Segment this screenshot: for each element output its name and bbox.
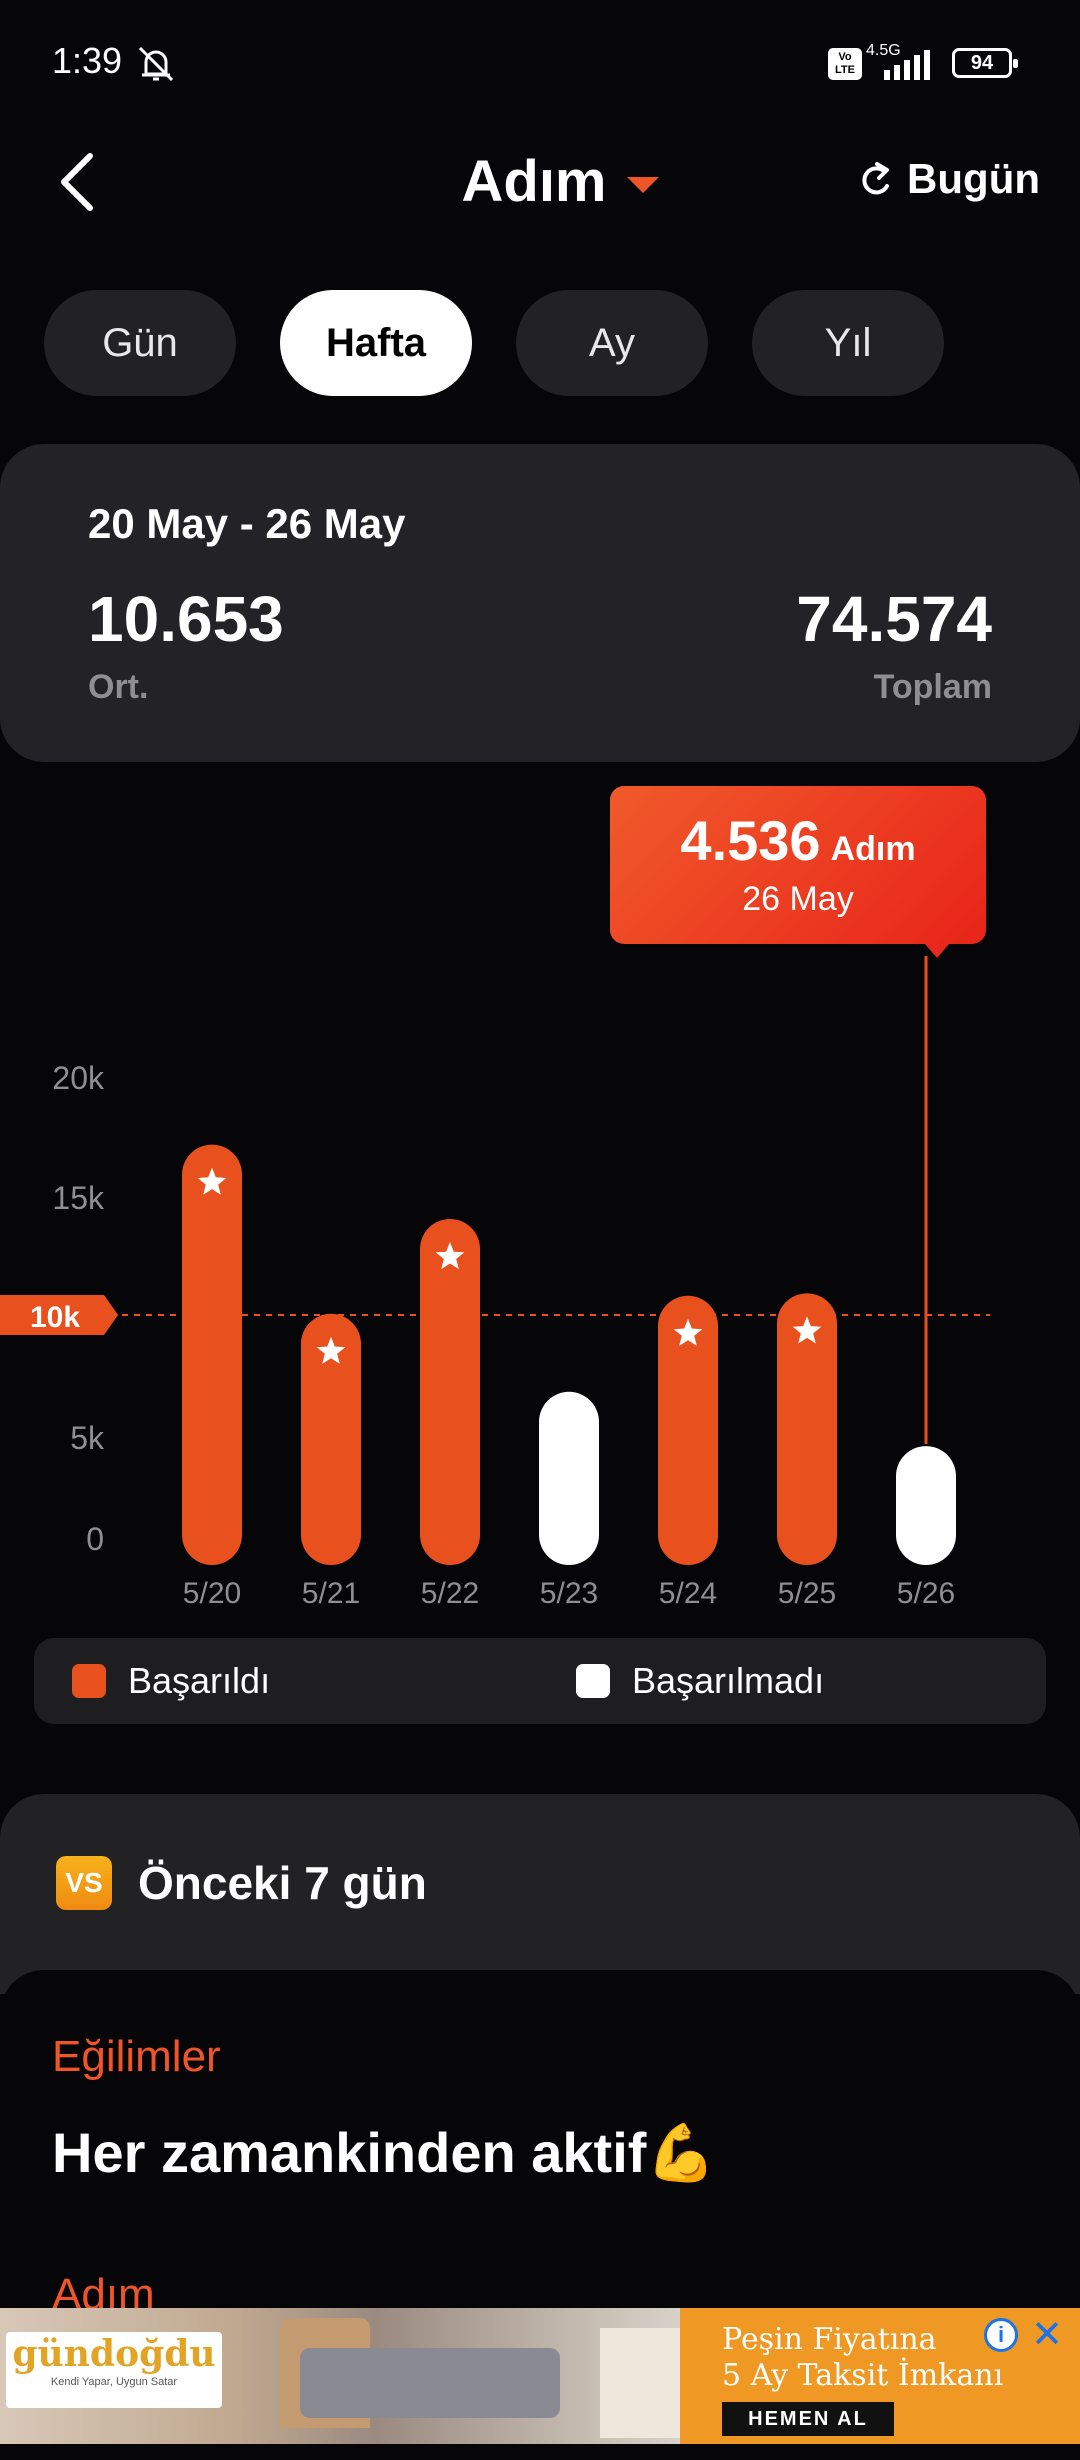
trends-label: Eğilimler [52, 2032, 221, 2081]
y-tick-label: 5k [70, 1420, 105, 1456]
trends-text: Her zamankinden aktif💪 [52, 2121, 717, 2184]
battery-icon: 94 [952, 48, 1018, 78]
steps-chart: 0 5k 15k 20k 10k 5/20 5/21 5/22 5/23 5/24 5/25 5/26… [0, 760, 1080, 1630]
page-title-label: Adım [461, 149, 607, 214]
refresh-icon [862, 162, 890, 195]
x-tick-label: 5/20 [183, 1577, 241, 1610]
date-range: 20 May - 26 May [88, 500, 406, 547]
ad-tagline: Kendi Yapar, Uygun Satar [50, 2376, 178, 2388]
chart-bar [420, 1219, 480, 1565]
volte-icon: Vo LTE [828, 48, 862, 80]
x-tick-label: 5/23 [540, 1577, 598, 1610]
x-tick-label: 5/21 [302, 1577, 360, 1610]
total-value: 74.574 [796, 583, 992, 655]
chart-bar [896, 1446, 956, 1565]
legend-missed: Başarılmadı [576, 1638, 824, 1724]
chart-legend: Başarıldı Başarılmadı [34, 1638, 1046, 1724]
tooltip-unit: Adım [830, 830, 916, 868]
ad-dresser [600, 2328, 680, 2438]
legend-achieved: Başarıldı [72, 1638, 270, 1724]
summary-card: 20 May - 26 May 10.653 Ort. 74.574 Topla… [0, 444, 1080, 762]
ad-line-2: 5 Ay Taksit İmkanı [722, 2358, 1004, 2393]
selected-day-tooltip: 4.536 Adım 26 May [610, 786, 986, 958]
status-bar: 1:39 Vo LTE 4.5G 94 [0, 0, 1080, 130]
ad-promo: Peşin Fiyatına 5 Ay Taksit İmkanı HEMEN … [680, 2308, 1080, 2444]
y-tick-label: 20k [52, 1060, 105, 1096]
x-tick-label: 5/22 [421, 1577, 479, 1610]
status-time: 1:39 [52, 40, 123, 81]
muted-bell-icon [138, 46, 174, 82]
comparison-title: Önceki 7 gün [138, 1857, 427, 1909]
x-tick-label: 5/26 [897, 1577, 955, 1610]
ad-line-1: Peşin Fiyatına [722, 2322, 937, 2357]
tooltip-value: 4.536 [680, 809, 821, 872]
legend-achieved-label: Başarıldı [128, 1660, 271, 1701]
ad-bed [300, 2348, 560, 2418]
chart-bar [182, 1144, 242, 1565]
tab-week[interactable]: Hafta [280, 290, 472, 396]
tab-month[interactable]: Ay [516, 290, 708, 396]
legend-missed-label: Başarılmadı [632, 1660, 825, 1701]
x-tick-label: 5/25 [778, 1577, 836, 1610]
tab-year[interactable]: Yıl [752, 290, 944, 396]
legend-achieved-swatch [72, 1664, 106, 1698]
y-tick-label: 0 [86, 1521, 104, 1557]
period-tabs: Gün Hafta Ay Yıl [44, 290, 944, 396]
x-tick-label: 5/24 [659, 1577, 717, 1610]
ad-info-icon[interactable]: i [984, 2318, 1018, 2352]
chart-bar [539, 1391, 599, 1565]
ad-cta-button[interactable]: HEMEN AL [722, 2402, 894, 2436]
signal-icon [884, 50, 930, 80]
ad-brand: gündoğdu [12, 2333, 216, 2375]
today-label: Bugün [907, 155, 1040, 202]
tooltip-date: 26 May [742, 880, 854, 918]
total-label: Toplam [873, 668, 992, 706]
comparison-card[interactable]: VS Önceki 7 gün [0, 1794, 1080, 1994]
y-tick-label: 15k [52, 1180, 105, 1216]
average-label: Ort. [88, 668, 149, 706]
today-button[interactable]: Bugün [859, 155, 1040, 203]
average-value: 10.653 [88, 583, 284, 655]
tab-day[interactable]: Gün [44, 290, 236, 396]
ad-close-icon[interactable]: ✕ [1028, 2316, 1066, 2354]
legend-missed-swatch [576, 1664, 610, 1698]
chevron-down-icon [626, 176, 659, 193]
ad-banner[interactable]: gündoğdu Kendi Yapar, Uygun Satar Peşin … [0, 2308, 1080, 2444]
vs-icon: VS [56, 1856, 112, 1910]
goal-label: 10k [30, 1301, 80, 1334]
ad-logo: gündoğdu Kendi Yapar, Uygun Satar [6, 2332, 222, 2408]
